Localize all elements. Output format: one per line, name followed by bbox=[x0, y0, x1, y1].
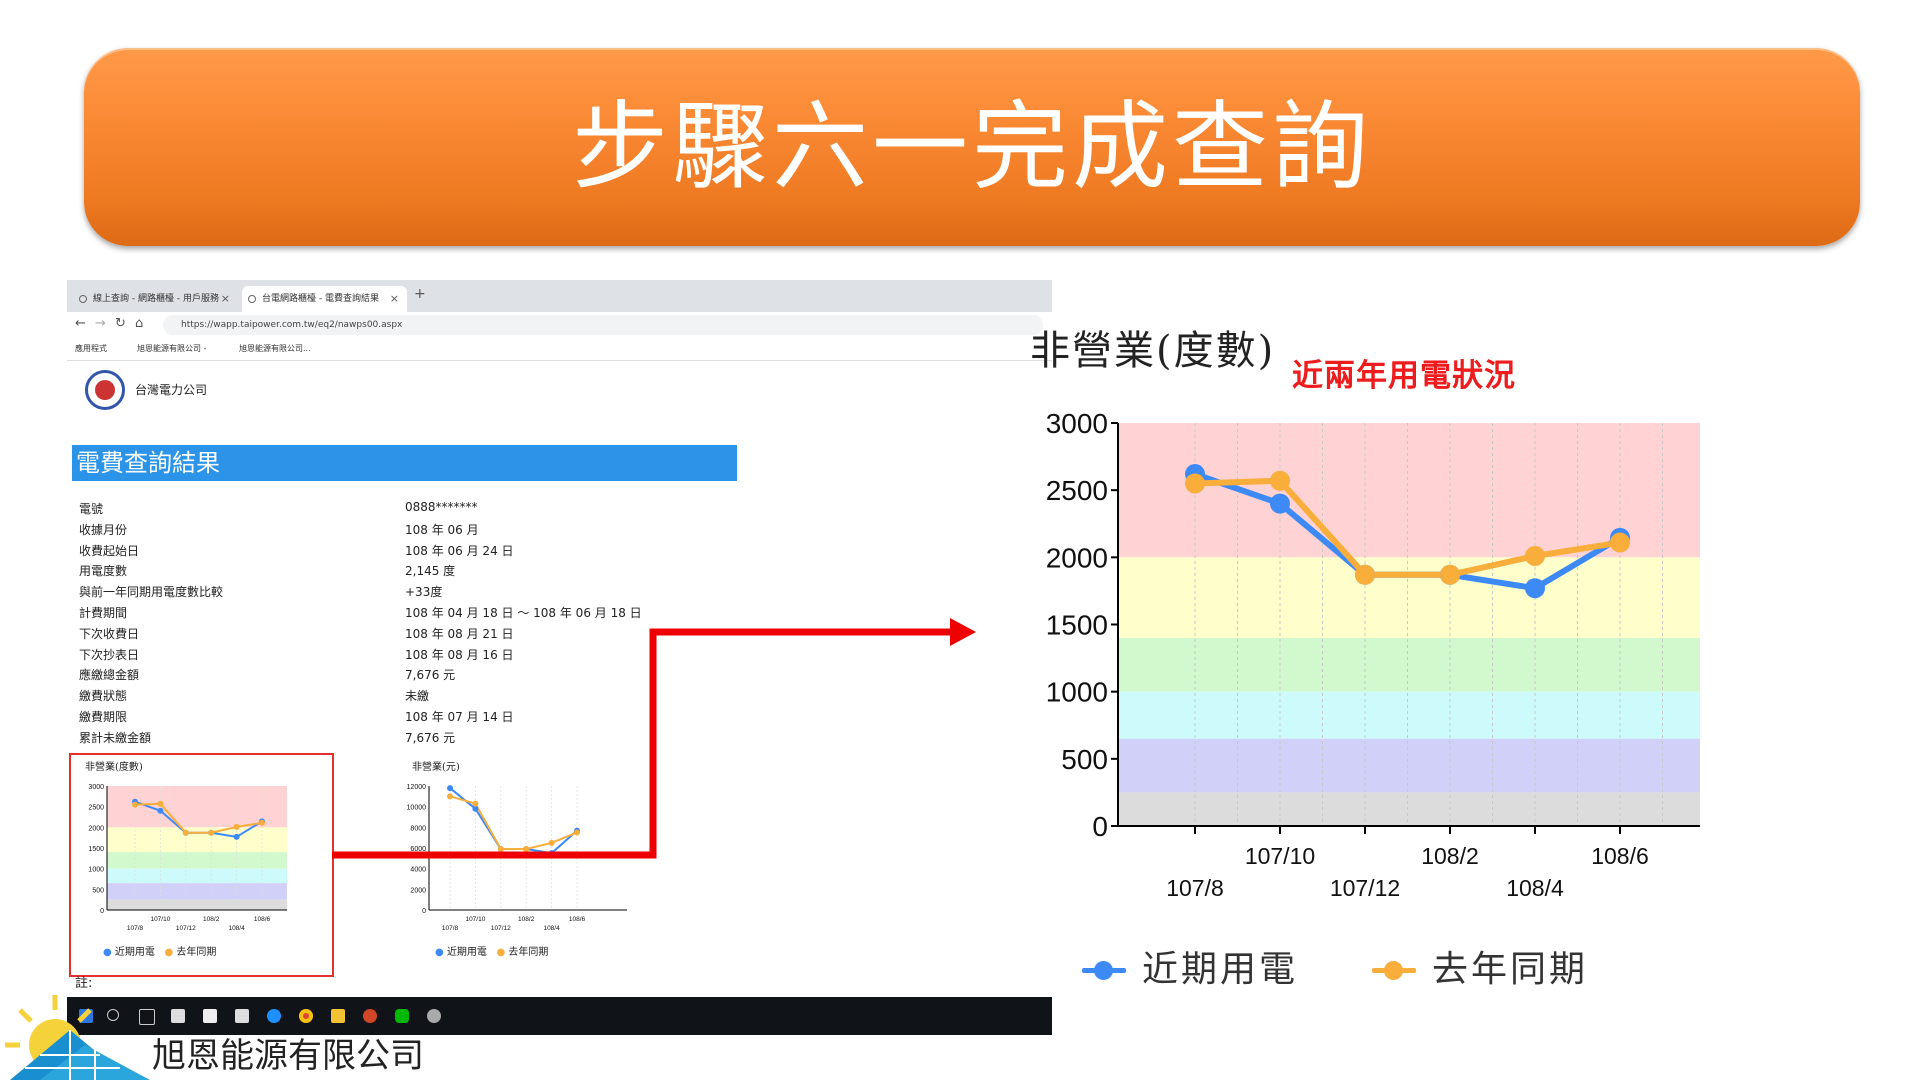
data-point bbox=[1270, 493, 1290, 514]
annotation-subtitle: 近兩年用電狀況 bbox=[1292, 358, 1516, 394]
y-tick-label: 2500 bbox=[1046, 475, 1108, 506]
band-2 bbox=[1118, 637, 1700, 692]
data-point bbox=[1185, 473, 1205, 494]
legend-label-recent: 近期用電 bbox=[1142, 949, 1299, 990]
band-5 bbox=[1118, 792, 1700, 826]
y-tick-label: 3000 bbox=[1046, 408, 1108, 439]
data-point bbox=[1525, 578, 1545, 599]
x-tick-label: 108/2 bbox=[1421, 843, 1479, 869]
company-name: 旭恩能源有限公司 bbox=[152, 1036, 424, 1076]
data-point bbox=[1270, 470, 1290, 491]
data-point bbox=[1525, 545, 1545, 566]
data-point bbox=[1440, 564, 1460, 585]
y-tick-label: 2000 bbox=[1046, 542, 1108, 573]
legend-dot-recent bbox=[1094, 961, 1113, 980]
company-logo-icon bbox=[5, 995, 150, 1080]
x-tick-label: 108/6 bbox=[1591, 843, 1649, 869]
x-tick-label: 107/10 bbox=[1245, 843, 1315, 869]
big-chart: 0 500 1000 1500 2000 2500 3000 107/8 107/10 107/1… bbox=[1046, 408, 1700, 901]
y-tick-label: 0 bbox=[1092, 811, 1108, 842]
band-4 bbox=[1118, 738, 1700, 793]
y-tick-label: 1500 bbox=[1046, 610, 1108, 641]
x-tick-label: 107/8 bbox=[1166, 875, 1224, 901]
data-point bbox=[1355, 564, 1375, 585]
chart-title: 非營業(度數) bbox=[1030, 328, 1276, 374]
legend-label-lastyear: 去年同期 bbox=[1432, 949, 1589, 990]
y-tick-label: 500 bbox=[1061, 744, 1108, 775]
band-3 bbox=[1118, 691, 1700, 739]
data-point bbox=[1610, 532, 1630, 553]
x-tick-label: 108/4 bbox=[1506, 875, 1564, 901]
legend-dot-lastyear bbox=[1384, 961, 1403, 980]
y-tick-label: 1000 bbox=[1046, 677, 1108, 708]
x-tick-label: 107/12 bbox=[1330, 875, 1400, 901]
band-1 bbox=[1118, 557, 1700, 638]
